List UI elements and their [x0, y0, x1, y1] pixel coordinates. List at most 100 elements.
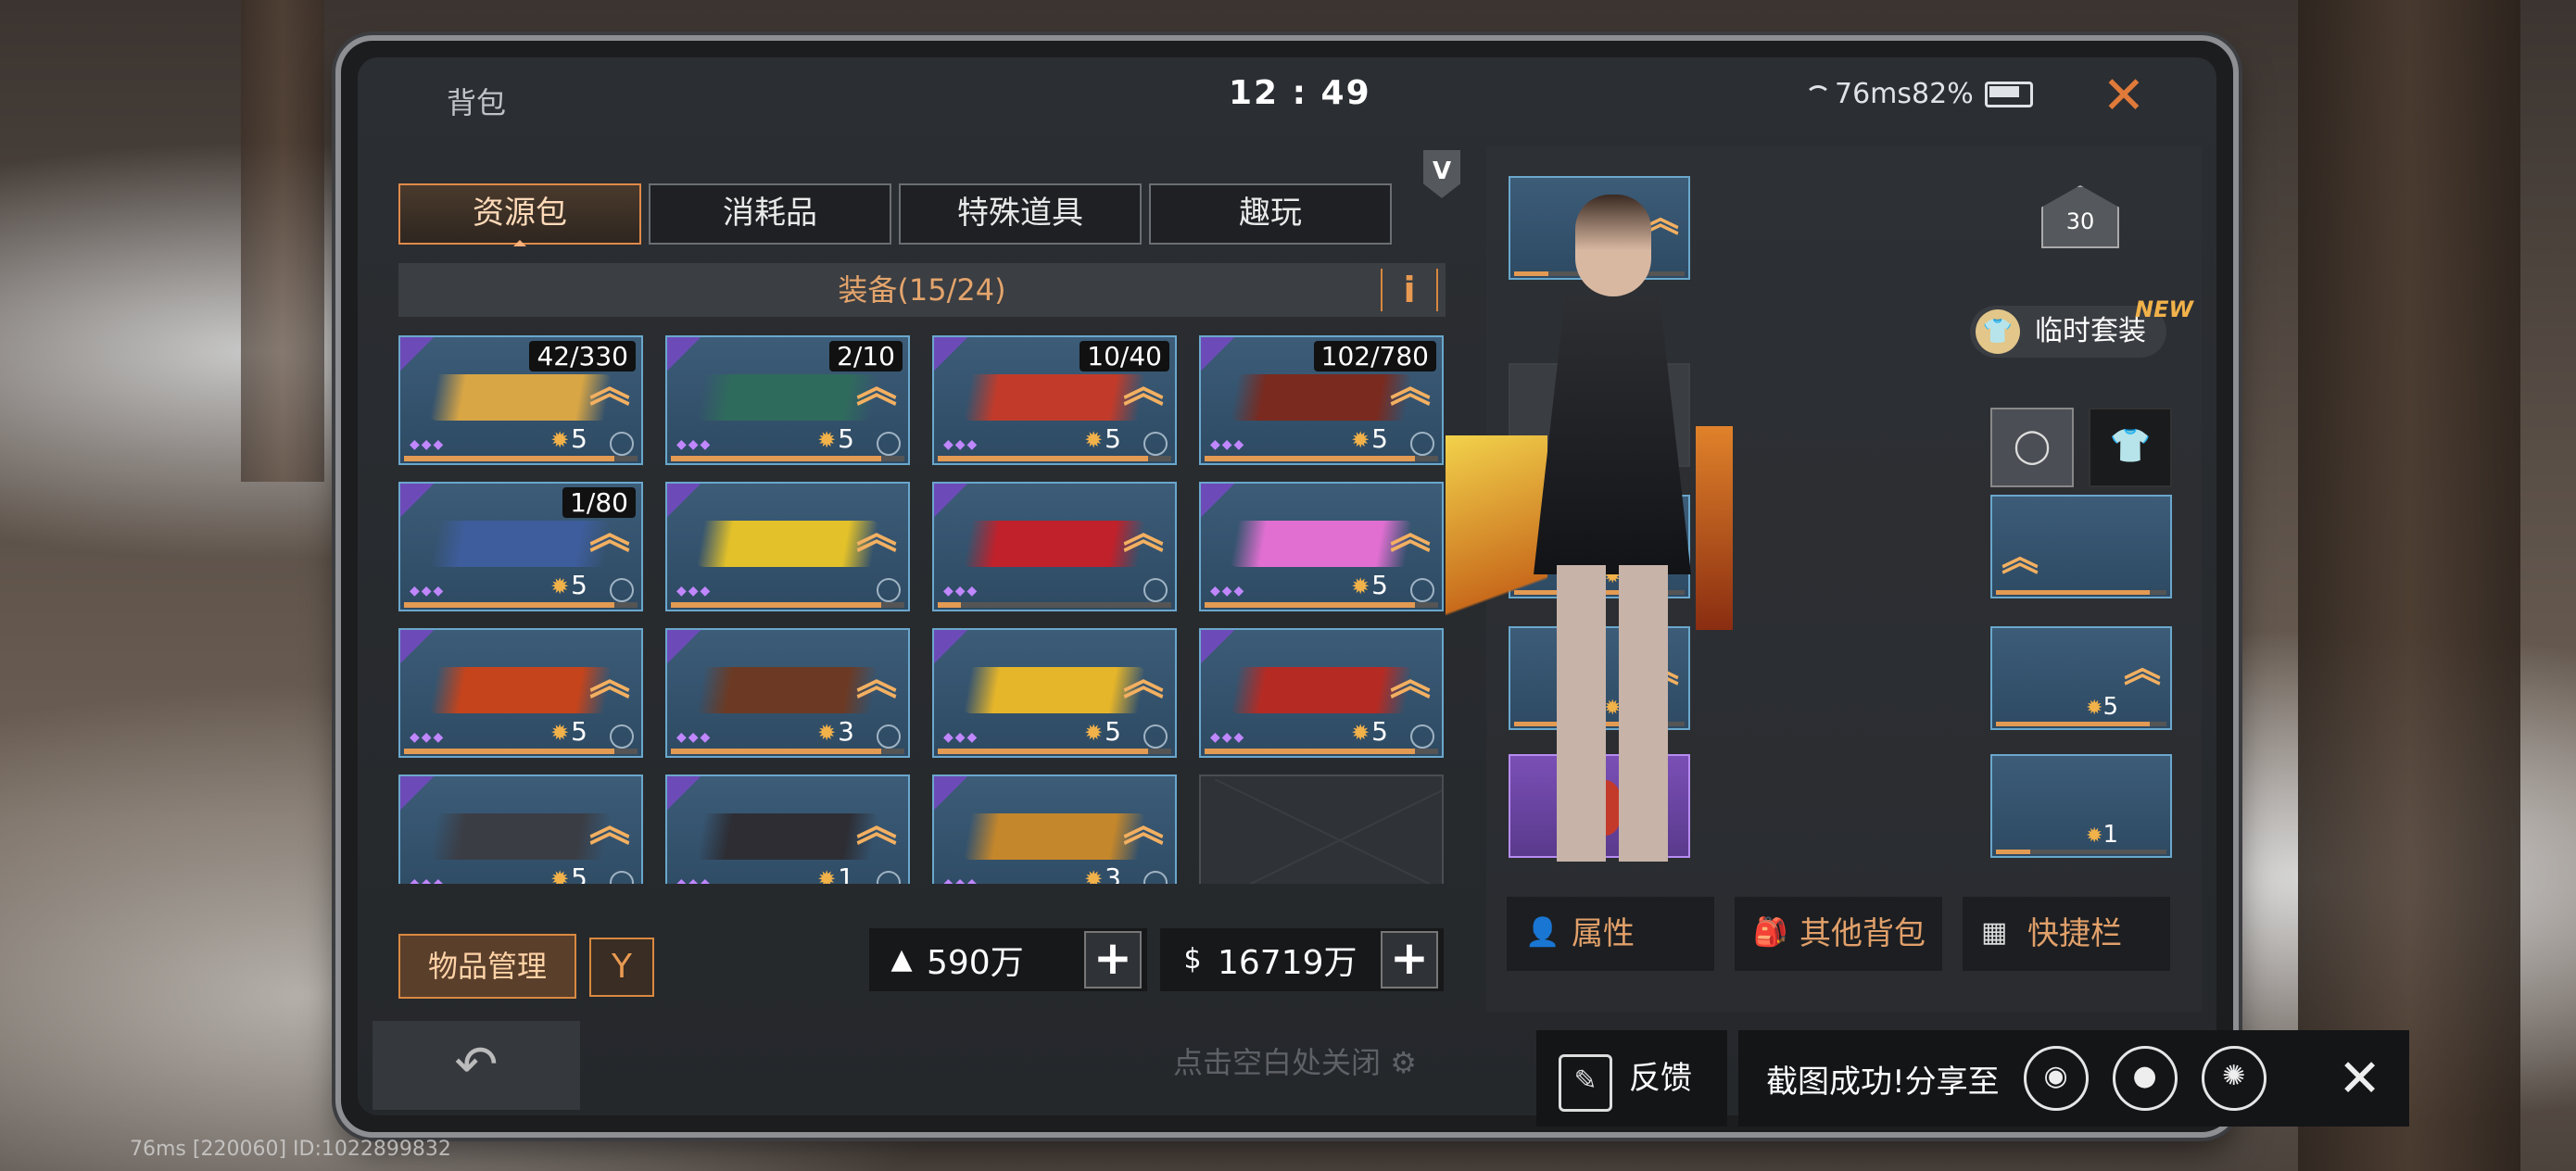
camera-shutter-icon[interactable]: ✺: [2201, 1046, 2267, 1111]
upgrade-chevron-icon: ︽: [1123, 803, 1164, 850]
settings-icon: [1143, 432, 1168, 456]
character-gun: [1696, 426, 1733, 630]
item-image: [428, 813, 613, 860]
equip-slot-bracelet[interactable]: ︽: [1990, 495, 2172, 598]
close-hint: 点击空白处关闭 ⚙: [1173, 1039, 1417, 1082]
item-image: [1229, 521, 1414, 567]
attributes-label: 属性: [1572, 915, 1635, 952]
inventory-item[interactable]: 2/10︽◆◆◆5: [665, 335, 910, 465]
item-image: [962, 521, 1147, 567]
rarity-corner-icon: [934, 630, 967, 663]
inventory-item[interactable]: ︽ ◆◆◆ 1: [665, 774, 910, 884]
rarity-corner-icon: [400, 776, 434, 810]
item-progress: [671, 602, 904, 608]
inventory-item[interactable]: 102/780︽◆◆◆5: [1199, 335, 1444, 465]
quality-dots: ◆◆◆: [676, 584, 713, 598]
filter-button[interactable]: Y: [589, 938, 654, 997]
ring-slot[interactable]: ◯: [1990, 408, 2074, 487]
inventory-item[interactable]: ︽ ◆◆◆ 5: [398, 774, 643, 884]
quality-dots: ◆◆◆: [410, 730, 446, 745]
item-progress: [1205, 456, 1438, 461]
settings-icon: [610, 432, 634, 456]
slot-stars: 5: [2086, 693, 2118, 721]
inventory-item[interactable]: ︽ ◆◆◆: [665, 482, 910, 611]
level-badge[interactable]: 30: [2039, 185, 2122, 250]
currency-coin: $ 16719万 +: [1160, 928, 1444, 991]
inventory-item[interactable]: ︽ ◆◆◆ 5: [932, 628, 1177, 758]
item-image: [428, 667, 613, 713]
attributes-button[interactable]: 👤 属性: [1507, 897, 1714, 971]
settings-icon: [610, 871, 634, 884]
rarity-corner-icon: [667, 630, 701, 663]
rarity-corner-icon: [934, 776, 967, 810]
settings-icon: [1143, 578, 1168, 602]
character-head: [1575, 195, 1651, 296]
item-image: [428, 521, 613, 567]
item-image: [695, 667, 880, 713]
equipment-header: 装备(15/24): [398, 263, 1446, 317]
inventory-item[interactable]: ︽ ◆◆◆ 3: [932, 774, 1177, 884]
item-stars: 1: [817, 863, 854, 884]
inventory-item[interactable]: 10/40︽◆◆◆5: [932, 335, 1177, 465]
settings-icon: [877, 871, 901, 884]
background-tree: [2298, 0, 2520, 1171]
window-title: 背包: [447, 85, 507, 120]
equip-slot-accessory[interactable]: 1: [1990, 754, 2172, 858]
status-indicators: 76ms82%: [1803, 78, 2033, 110]
inventory-item[interactable]: [1199, 774, 1444, 884]
rarity-corner-icon: [400, 484, 434, 517]
clock: 12 : 49: [1229, 74, 1371, 112]
inventory-item[interactable]: ︽ ◆◆◆ 3: [665, 628, 910, 758]
coin-icon: $: [1183, 943, 1202, 976]
item-stars: 5: [550, 423, 587, 454]
item-image: [695, 521, 880, 567]
tab-consumables[interactable]: 消耗品: [649, 183, 891, 245]
upgrade-chevron-icon: ︽: [1390, 364, 1431, 411]
tab-fun[interactable]: 趣玩: [1149, 183, 1392, 245]
upgrade-chevron-icon: ︽: [1390, 510, 1431, 558]
item-image: [962, 813, 1147, 860]
upgrade-chevron-icon: ︽: [2001, 536, 2039, 579]
quality-dots: ◆◆◆: [943, 876, 979, 884]
inventory-item[interactable]: ︽ ◆◆◆: [932, 482, 1177, 611]
item-stars: 5: [550, 863, 587, 884]
back-button[interactable]: ↶: [373, 1021, 580, 1110]
upgrade-chevron-icon: ︽: [1123, 657, 1164, 704]
other-bags-button[interactable]: 🎒 其他背包: [1735, 897, 1942, 971]
inventory-item[interactable]: ︽ ◆◆◆ 5: [398, 628, 643, 758]
inventory-item[interactable]: ︽ ◆◆◆ 5: [1199, 628, 1444, 758]
upgrade-chevron-icon: ︽: [589, 803, 630, 850]
currency-gold-amount: 590万: [927, 944, 1024, 982]
character-model: [1446, 157, 1779, 862]
ring-icon: ◯: [2013, 427, 2052, 465]
item-management-button[interactable]: 物品管理: [398, 934, 576, 999]
wechat-icon[interactable]: ●: [2112, 1046, 2178, 1111]
upgrade-chevron-icon: ︽: [589, 510, 630, 558]
item-stars: 5: [550, 716, 587, 747]
upgrade-chevron-icon: ︽: [856, 510, 897, 558]
item-image: [962, 374, 1147, 421]
tab-resource-pack[interactable]: 资源包: [398, 183, 641, 246]
tab-special-items[interactable]: 特殊道具: [899, 183, 1142, 245]
quality-dots: ◆◆◆: [410, 437, 446, 452]
quickbar-button[interactable]: ▦ 快捷栏: [1963, 897, 2170, 971]
weibo-icon[interactable]: ◉: [2023, 1046, 2089, 1111]
feedback-button[interactable]: ✎ 反馈: [1536, 1030, 1727, 1127]
item-progress: [938, 456, 1171, 461]
quality-dots: ◆◆◆: [1210, 437, 1246, 452]
item-progress: [404, 456, 638, 461]
info-button[interactable]: i: [1381, 269, 1438, 311]
quality-dots: ◆◆◆: [943, 584, 979, 598]
share-close-icon[interactable]: ✕: [2338, 1049, 2381, 1109]
add-coin-button[interactable]: +: [1381, 931, 1438, 988]
inventory-item[interactable]: 1/80︽◆◆◆5: [398, 482, 643, 611]
outfit-slot[interactable]: 👕: [2089, 408, 2172, 487]
equip-slot-secondary-weapon[interactable]: ︽ 5: [1990, 626, 2172, 730]
upgrade-chevron-icon: ︽: [1390, 657, 1431, 704]
settings-icon: [1410, 578, 1434, 602]
add-gold-button[interactable]: +: [1084, 931, 1142, 988]
inventory-item[interactable]: 42/330︽◆◆◆5: [398, 335, 643, 465]
quickbar-label: 快捷栏: [2027, 915, 2122, 952]
close-button[interactable]: ✕: [2098, 70, 2150, 122]
inventory-item[interactable]: ︽ ◆◆◆ 5: [1199, 482, 1444, 611]
